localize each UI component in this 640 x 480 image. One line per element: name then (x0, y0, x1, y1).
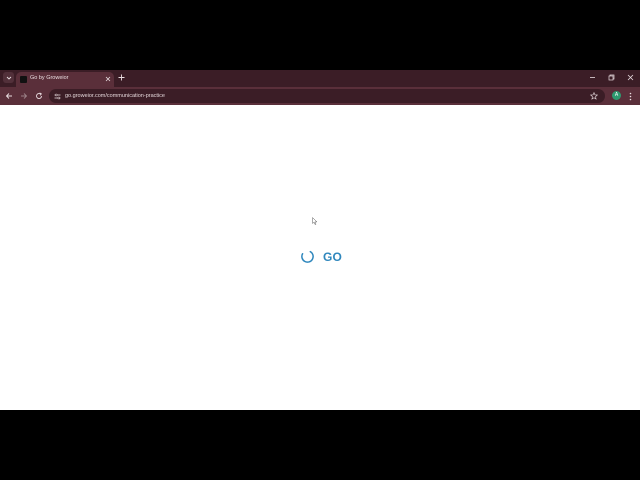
back-button[interactable] (4, 91, 14, 101)
tab-strip: Go by Groweior (0, 70, 640, 87)
bookmark-button[interactable] (590, 92, 598, 100)
letterbox-top (0, 0, 640, 70)
loader-logo-text: GO (323, 249, 343, 264)
minimize-icon (590, 77, 595, 78)
url-text: go.groweior.com/communication-practice (65, 93, 165, 99)
tab-title: Go by Groweior (30, 75, 69, 81)
loading-spinner-icon (301, 250, 314, 263)
tab-active[interactable]: Go by Groweior (16, 72, 114, 87)
forward-arrow-icon (21, 93, 28, 99)
loading-indicator: GO (300, 249, 342, 264)
close-icon (105, 76, 110, 81)
close-icon (627, 74, 634, 81)
forward-button[interactable] (19, 91, 29, 101)
letterbox-bottom (0, 410, 640, 480)
restore-button[interactable] (607, 73, 616, 82)
tab-search-button[interactable] (3, 72, 14, 83)
site-info-icon (54, 93, 60, 99)
new-tab-button[interactable] (117, 73, 126, 82)
site-info-button[interactable] (53, 92, 61, 100)
plus-icon (118, 74, 125, 81)
kebab-menu-icon (629, 92, 631, 100)
page-content: GO (0, 105, 640, 410)
browser-toolbar: go.groweior.com/communication-practice A (0, 87, 640, 105)
restore-icon (608, 74, 615, 81)
tab-close-button[interactable] (104, 75, 111, 82)
minimize-button[interactable] (588, 73, 597, 82)
address-bar[interactable]: go.groweior.com/communication-practice (49, 89, 605, 103)
back-arrow-icon (5, 93, 12, 99)
browser-menu-button[interactable] (627, 91, 633, 101)
reload-icon (36, 92, 42, 99)
star-icon (590, 92, 598, 100)
profile-avatar[interactable]: A (612, 91, 621, 100)
tab-favicon-icon (20, 75, 27, 83)
browser-window: Go by Groweior go.groweior.com/communica… (0, 70, 640, 410)
mouse-cursor-icon (312, 217, 318, 225)
window-close-button[interactable] (626, 73, 635, 82)
reload-button[interactable] (34, 91, 44, 101)
spinner (300, 249, 315, 264)
tab-search-icon (6, 76, 11, 80)
